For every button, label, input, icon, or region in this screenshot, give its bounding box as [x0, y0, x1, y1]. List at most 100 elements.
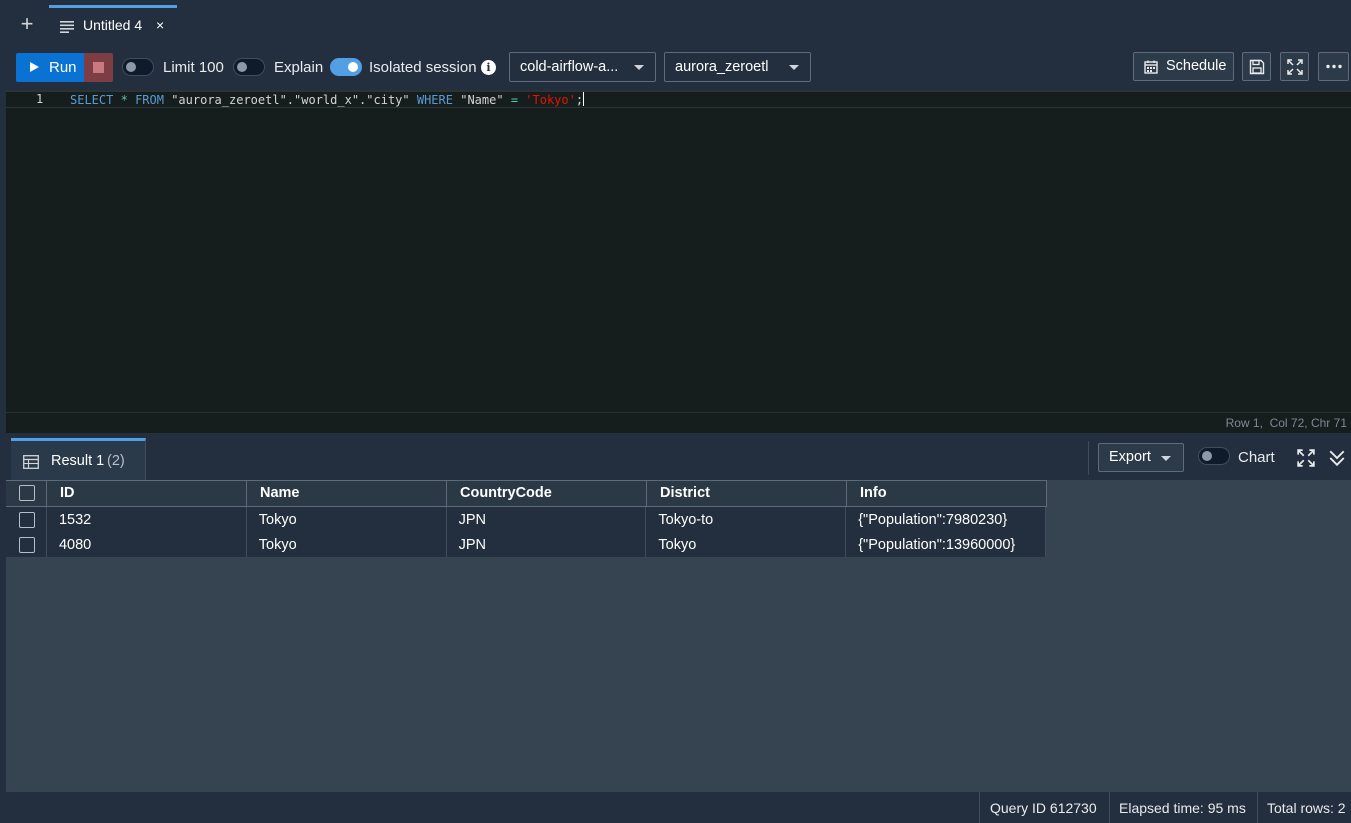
row-checkbox[interactable] [19, 512, 35, 528]
info-icon[interactable]: i [481, 60, 496, 75]
grid-header-row: ID Name CountryCode District Info [6, 480, 1047, 507]
results-grid: ID Name CountryCode District Info 1532 T… [6, 480, 1351, 792]
cell-value: {"Population":7980230} [858, 512, 1008, 528]
table-icon [23, 455, 39, 469]
limit-toggle[interactable] [122, 58, 154, 76]
sql-semicolon: ; [575, 93, 584, 107]
row-select-cell [6, 532, 47, 557]
tab-close-icon[interactable]: × [156, 17, 164, 33]
cursor-position: Row 1, Col 72, Chr 71 [1226, 416, 1347, 430]
stop-icon [93, 62, 104, 73]
caret-down-icon [1161, 456, 1171, 461]
line-number: 1 [36, 92, 44, 106]
table-cell[interactable]: {"Population":13960000} [846, 532, 1047, 557]
table-cell[interactable]: JPN [447, 507, 647, 532]
column-header-label: CountryCode [460, 485, 552, 501]
tab-untitled-4[interactable]: Untitled 4 × [49, 5, 177, 44]
calendar-icon [1144, 60, 1158, 74]
result-tab-count: (2) [107, 453, 125, 469]
save-button[interactable] [1242, 52, 1271, 81]
sql-column: "Name" [460, 93, 504, 107]
expand-icon [1297, 449, 1315, 467]
column-header-label: Name [260, 485, 300, 501]
cursor-chr: Chr 71 [1310, 416, 1347, 430]
more-actions-button[interactable] [1318, 52, 1349, 81]
editor-toolbar: Run Limit 100 Explain Isolated session i… [0, 44, 1351, 90]
select-all-checkbox[interactable] [19, 485, 35, 501]
caret-down-icon [634, 65, 644, 70]
results-header: Result 1 (2) Export Chart [6, 437, 1351, 480]
table-cell[interactable]: 1532 [47, 507, 247, 532]
database-value: aurora_zeroetl [675, 59, 769, 75]
results-fullscreen-button[interactable] [1297, 449, 1319, 471]
cell-value: Tokyo [258, 512, 297, 528]
sql-query-line[interactable]: SELECT * FROM "aurora_zeroetl"."world_x"… [70, 92, 585, 107]
explain-toggle[interactable] [233, 58, 265, 76]
result-tab-1[interactable]: Result 1 (2) [11, 438, 146, 480]
collapse-results-button[interactable] [1328, 449, 1350, 471]
row-checkbox[interactable] [19, 537, 35, 553]
connection-select[interactable]: cold-airflow-a... [509, 52, 656, 82]
table-cell[interactable]: JPN [447, 532, 647, 557]
sql-editor[interactable]: 1 SELECT * FROM "aurora_zeroetl"."world_… [6, 90, 1351, 412]
sql-star: * [120, 93, 128, 107]
grid-body: 1532 Tokyo JPN Tokyo-to {"Population":79… [6, 507, 1047, 557]
schedule-label: Schedule [1166, 58, 1227, 74]
cursor-col: Col 72, [1269, 416, 1308, 430]
text-cursor [583, 92, 585, 106]
column-header-name[interactable]: Name [247, 481, 447, 506]
column-header-label: District [660, 485, 710, 501]
database-select[interactable]: aurora_zeroetl [664, 52, 811, 82]
column-header-label: Info [860, 485, 887, 501]
isolated-session-toggle[interactable] [330, 58, 362, 76]
expand-icon [1287, 59, 1303, 75]
table-row[interactable]: 4080 Tokyo JPN Tokyo {"Population":13960… [6, 532, 1047, 557]
query-id: Query ID 612730 [990, 800, 1097, 816]
table-cell[interactable]: Tokyo [646, 532, 847, 557]
sql-keyword-from: FROM [135, 93, 164, 107]
toggle-knob [126, 62, 136, 72]
column-header-district[interactable]: District [647, 481, 847, 506]
result-tab-label: Result 1 [51, 453, 105, 469]
table-cell[interactable]: {"Population":7980230} [846, 507, 1047, 532]
connection-value: cold-airflow-a... [520, 59, 619, 75]
double-chevron-down-icon [1329, 450, 1345, 467]
sql-equals: = [510, 93, 519, 107]
row-select-cell [6, 507, 47, 532]
editor-status-bar: Row 1, Col 72, Chr 71 [6, 412, 1351, 433]
cell-value: 1532 [58, 512, 92, 528]
column-header-info[interactable]: Info [847, 481, 1047, 506]
schedule-button[interactable]: Schedule [1133, 52, 1234, 81]
cursor-row: Row 1, [1225, 416, 1263, 430]
table-cell[interactable]: Tokyo [247, 507, 447, 532]
cell-value: JPN [458, 537, 486, 553]
add-tab-button[interactable]: + [17, 13, 37, 35]
chart-toggle[interactable] [1198, 447, 1230, 465]
caret-down-icon [789, 65, 799, 70]
editor-doc-icon [60, 21, 74, 33]
sql-identifier: "aurora_zeroetl"."world_x"."city" [171, 93, 410, 107]
select-all-cell [6, 481, 47, 506]
chart-label: Chart [1238, 449, 1275, 466]
column-header-label: ID [60, 485, 75, 501]
export-label: Export [1109, 449, 1151, 465]
divider [1109, 792, 1110, 823]
table-row[interactable]: 1532 Tokyo JPN Tokyo-to {"Population":79… [6, 507, 1047, 532]
column-header-id[interactable]: ID [47, 481, 247, 506]
run-button[interactable]: Run [16, 53, 84, 82]
explain-label: Explain [274, 59, 324, 76]
stop-button[interactable] [84, 53, 113, 82]
table-cell[interactable]: 4080 [47, 532, 247, 557]
cell-value: Tokyo [258, 537, 297, 553]
isolated-session-label: Isolated session [369, 59, 477, 76]
divider [1088, 441, 1089, 475]
column-header-countrycode[interactable]: CountryCode [447, 481, 647, 506]
tab-label: Untitled 4 [83, 17, 143, 33]
toggle-knob [237, 62, 247, 72]
total-rows: Total rows: 2 [1267, 800, 1346, 816]
fullscreen-button[interactable] [1280, 52, 1309, 81]
table-cell[interactable]: Tokyo-to [646, 507, 847, 532]
toggle-knob [1202, 451, 1212, 461]
table-cell[interactable]: Tokyo [247, 532, 447, 557]
export-button[interactable]: Export [1098, 443, 1184, 472]
